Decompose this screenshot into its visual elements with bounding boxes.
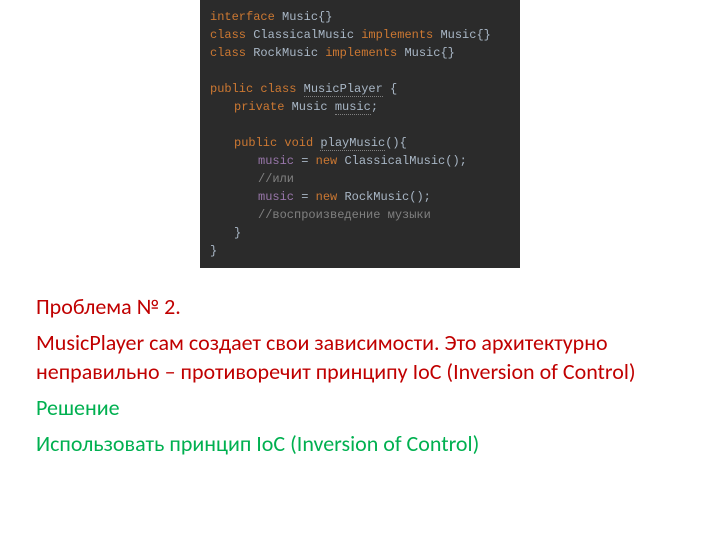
code-line: //воспроизведение музыки	[210, 206, 510, 224]
code-line: music = new ClassicalMusic();	[210, 152, 510, 170]
code-line	[210, 116, 510, 134]
solution-body: Использовать принцип IoC (Inversion of C…	[36, 429, 684, 459]
code-line: public void playMusic(){	[210, 134, 510, 152]
code-line: //или	[210, 170, 510, 188]
code-line: class RockMusic implements Music{}	[210, 44, 510, 62]
code-line: }	[210, 242, 510, 260]
problem-title: Проблема № 2.	[36, 292, 684, 322]
code-snippet: interface Music{} class ClassicalMusic i…	[200, 0, 520, 268]
code-line: interface Music{}	[210, 8, 510, 26]
code-line: private Music music;	[210, 98, 510, 116]
code-line: }	[210, 224, 510, 242]
code-line: class ClassicalMusic implements Music{}	[210, 26, 510, 44]
code-line	[210, 62, 510, 80]
solution-title: Решение	[36, 393, 684, 423]
code-line: public class MusicPlayer {	[210, 80, 510, 98]
problem-body: MusicPlayer сам создает свои зависимости…	[36, 328, 684, 387]
slide-text: Проблема № 2. MusicPlayer сам создает св…	[36, 292, 684, 458]
code-line: music = new RockMusic();	[210, 188, 510, 206]
